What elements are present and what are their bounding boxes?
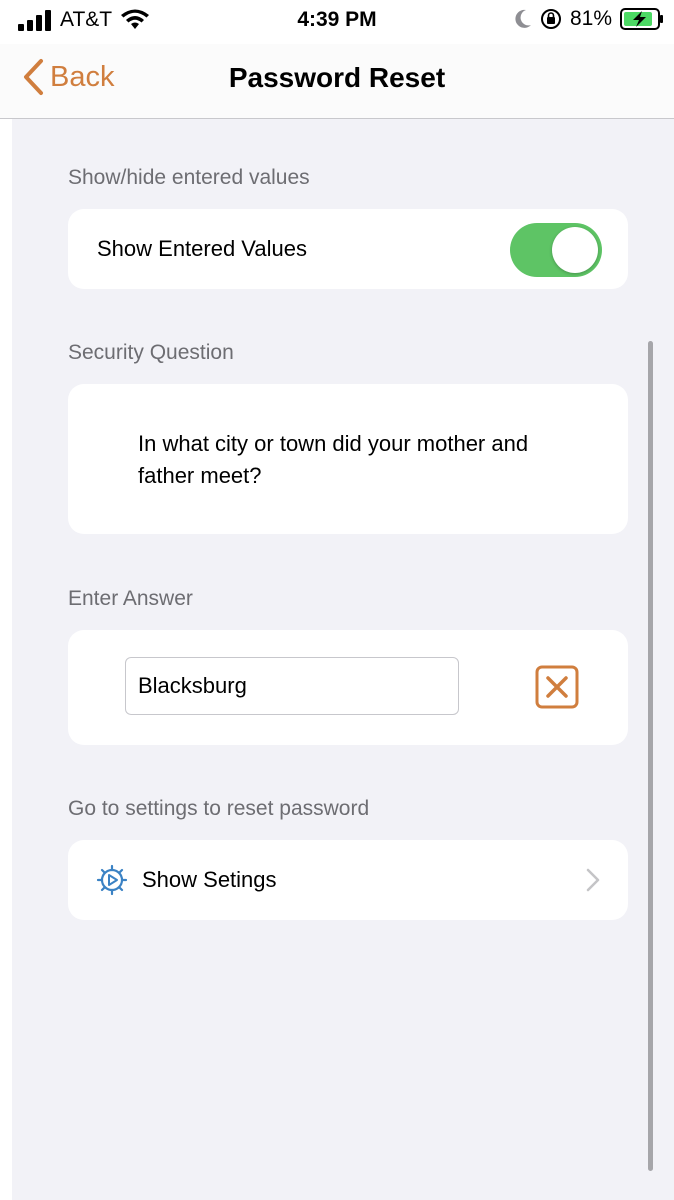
- settings-content: Show/hide entered values Show Entered Va…: [12, 119, 674, 1200]
- security-question-card: In what city or town did your mother and…: [68, 384, 628, 534]
- status-bar: AT&T 4:39 PM 81%: [0, 0, 674, 44]
- section-header-settings: Go to settings to reset password: [68, 797, 370, 820]
- clear-icon: [535, 665, 579, 709]
- scrollbar[interactable]: [648, 341, 653, 1171]
- toggle-knob: [552, 227, 598, 273]
- show-values-toggle[interactable]: [510, 223, 602, 277]
- show-settings-label: Show Setings: [142, 867, 277, 892]
- chevron-right-icon: [586, 868, 600, 892]
- section-header-show-hide: Show/hide entered values: [68, 166, 310, 189]
- clear-answer-button[interactable]: [535, 665, 579, 709]
- settings-card: Show Setings: [68, 840, 628, 920]
- status-right: 81%: [514, 7, 664, 31]
- show-values-card: Show Entered Values: [68, 209, 628, 289]
- show-values-label: Show Entered Values: [97, 236, 307, 261]
- moon-icon: [515, 9, 531, 28]
- section-header-enter-answer: Enter Answer: [68, 587, 193, 610]
- navigation-bar: Back Password Reset: [0, 44, 674, 119]
- orientation-lock-icon: [540, 9, 561, 29]
- page-title: Password Reset: [228, 62, 446, 93]
- battery-charging-icon: [620, 8, 663, 30]
- answer-card: [68, 630, 628, 745]
- gear-icon: [96, 864, 128, 896]
- section-header-security-question: Security Question: [68, 341, 234, 364]
- battery-percent: 81%: [569, 7, 612, 30]
- security-question-text: In what city or town did your mother and…: [138, 431, 529, 488]
- screen: AT&T 4:39 PM 81% Back Password Reset Sho…: [0, 0, 674, 1200]
- show-settings-row[interactable]: Show Setings: [68, 840, 628, 920]
- answer-input[interactable]: [125, 657, 459, 715]
